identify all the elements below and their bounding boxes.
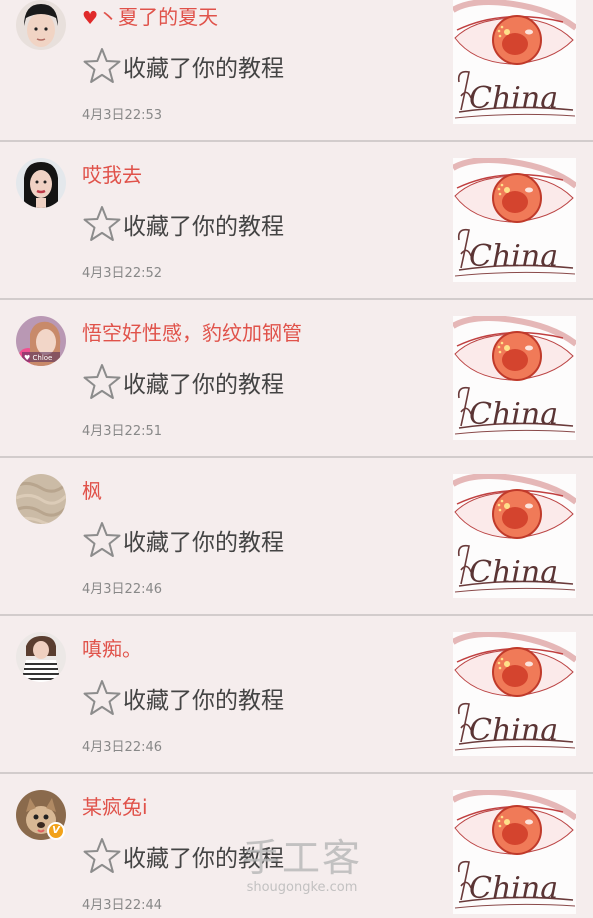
- star-icon: [82, 836, 122, 876]
- tutorial-thumbnail[interactable]: China: [453, 632, 576, 756]
- tutorial-thumbnail[interactable]: China: [453, 0, 576, 124]
- verified-badge: V: [47, 822, 65, 840]
- list-item[interactable]: 哎我去收藏了你的教程 4月3日22:52 China: [0, 142, 593, 300]
- username-text: 某疯兔i: [82, 795, 148, 819]
- svg-text:China: China: [469, 397, 558, 432]
- action-text: 收藏了你的教程: [123, 214, 284, 240]
- list-item[interactable]: ♥丶夏了的夏天收藏了你的教程 4月3日22:53 China: [0, 0, 593, 142]
- svg-text:♥ Chloe: ♥ Chloe: [24, 354, 52, 362]
- username-text: 哎我去: [82, 163, 142, 187]
- tutorial-thumbnail[interactable]: China: [453, 158, 576, 282]
- action-text: 收藏了你的教程: [123, 688, 284, 714]
- timestamp: 4月3日22:46: [82, 740, 163, 755]
- avatar[interactable]: [16, 632, 66, 682]
- username-link[interactable]: 悟空好性感，豹纹加钢管: [82, 317, 302, 346]
- timestamp: 4月3日22:53: [82, 108, 163, 123]
- tutorial-thumbnail[interactable]: China: [453, 790, 576, 914]
- timestamp: 4月3日22:51: [82, 424, 163, 439]
- action-text: 收藏了你的教程: [123, 530, 284, 556]
- username-text: 悟空好性感，豹纹加钢管: [82, 321, 302, 345]
- svg-text:China: China: [469, 871, 558, 906]
- star-icon: [82, 46, 122, 86]
- list-item[interactable]: 枫收藏了你的教程 4月3日22:46 China: [0, 458, 593, 616]
- avatar[interactable]: [16, 158, 66, 208]
- svg-text:China: China: [469, 555, 558, 590]
- username-link[interactable]: 枫: [82, 475, 102, 504]
- svg-text:China: China: [469, 81, 558, 116]
- svg-text:China: China: [469, 239, 558, 274]
- star-icon: [82, 520, 122, 560]
- star-icon: [82, 678, 122, 718]
- timestamp: 4月3日22:46: [82, 582, 163, 597]
- action-text: 收藏了你的教程: [123, 56, 284, 82]
- action-text: 收藏了你的教程: [123, 846, 284, 872]
- username-link[interactable]: ♥丶夏了的夏天: [82, 1, 218, 30]
- svg-text:China: China: [469, 713, 558, 748]
- username-link[interactable]: 哎我去: [82, 159, 142, 188]
- star-icon: [82, 204, 122, 244]
- avatar[interactable]: [16, 474, 66, 524]
- avatar[interactable]: [16, 0, 66, 50]
- star-icon: [82, 362, 122, 402]
- activity-list: ♥丶夏了的夏天 收藏了你的教程 4月3日22:53 China 哎我去 收藏了你的教程 4月…: [0, 0, 593, 918]
- list-item[interactable]: V 某疯兔i 收藏了你的教程 4月3日22:44 China: [0, 774, 593, 918]
- tutorial-thumbnail[interactable]: China: [453, 316, 576, 440]
- timestamp: 4月3日22:44: [82, 898, 163, 913]
- avatar[interactable]: ♥ Chloe: [16, 316, 66, 366]
- username-link[interactable]: 某疯兔i: [82, 791, 148, 820]
- action-text: 收藏了你的教程: [123, 372, 284, 398]
- heart-icon: ♥: [82, 8, 99, 29]
- username-link[interactable]: 嗔痴。: [82, 633, 142, 662]
- list-item[interactable]: 嗔痴。收藏了你的教程 4月3日22:46 China: [0, 616, 593, 774]
- username-text: 嗔痴。: [82, 637, 142, 661]
- username-text: 丶夏了的夏天: [98, 5, 219, 29]
- list-item[interactable]: ♥ Chloe 悟空好性感，豹纹加钢管收藏了你的教程 4月3日22:51 China: [0, 300, 593, 458]
- timestamp: 4月3日22:52: [82, 266, 163, 281]
- tutorial-thumbnail[interactable]: China: [453, 474, 576, 598]
- username-text: 枫: [82, 479, 102, 503]
